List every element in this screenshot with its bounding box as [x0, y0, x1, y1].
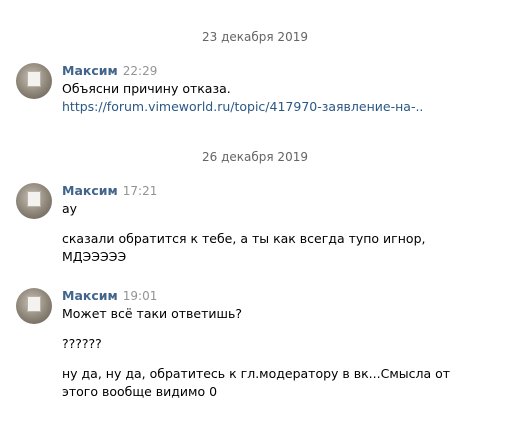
message-header: Максим 22:29: [62, 63, 492, 79]
avatar[interactable]: [16, 183, 52, 219]
message-text: ау: [62, 201, 78, 216]
message-time[interactable]: 17:21: [123, 184, 158, 198]
message-header: Максим 17:21: [62, 183, 492, 199]
author-name[interactable]: Максим: [62, 63, 118, 78]
message-text: Объясни причину отказа.: [62, 81, 231, 96]
message-body: Максим 19:01 Может всё таки ответишь? ???…: [62, 288, 492, 401]
date-separator: 23 декабря 2019: [202, 30, 308, 44]
message-time[interactable]: 19:01: [123, 289, 158, 303]
author-name[interactable]: Максим: [62, 288, 118, 303]
author-name[interactable]: Максим: [62, 183, 118, 198]
message-text: сказали обратится к тебе, а ты как всегд…: [62, 231, 426, 246]
avatar-photo: [27, 191, 41, 207]
avatar-photo: [27, 71, 41, 87]
message-text: ??????: [62, 336, 102, 351]
message-time[interactable]: 22:29: [123, 64, 158, 78]
message-text: МДЭЭЭЭЭ: [62, 249, 127, 264]
message-link[interactable]: https://forum.vimeworld.ru/topic/417970-…: [62, 98, 492, 116]
message-body: Максим 22:29 Объясни причину отказа. http…: [62, 63, 492, 116]
date-separator: 26 декабря 2019: [202, 150, 308, 164]
avatar-photo: [27, 296, 41, 312]
avatar[interactable]: [16, 63, 52, 99]
message-text: Может всё таки ответишь?: [62, 306, 242, 321]
message-text: этого вообще видимо 0: [62, 384, 218, 399]
avatar[interactable]: [16, 288, 52, 324]
message-body: Максим 17:21 ау сказали обратится к тебе,…: [62, 183, 492, 266]
message-header: Максим 19:01: [62, 288, 492, 304]
message-text: ну да, ну да, обратитесь к гл.модератору…: [62, 366, 451, 381]
